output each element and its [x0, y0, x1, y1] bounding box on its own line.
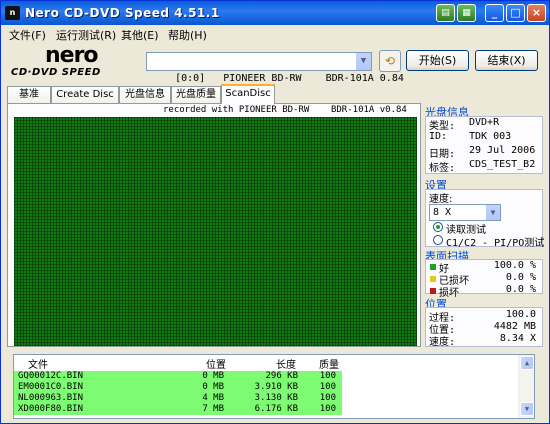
speed-readout-label: 速度:	[429, 337, 456, 348]
disc-info-box: 类型: DVD+R ID: TDK 003 日期: 29 Jul 2006 标签…	[425, 116, 543, 174]
file-position-cell: 0 MB	[202, 382, 224, 392]
file-quality-cell: 100	[319, 371, 336, 381]
scroll-up-icon[interactable]: ▲	[520, 356, 534, 370]
main-window: n Nero CD-DVD Speed 4.51.1 ▤ ▦ _ □ × 文件(…	[0, 0, 550, 424]
disc-id-label: ID:	[429, 131, 448, 142]
recorded-with-label: recorded with PIONEER BD-RW BDR-101A v0.…	[163, 105, 407, 115]
scroll-down-icon[interactable]: ▼	[520, 402, 534, 416]
c1c2-test-label[interactable]: C1/C2 - PI/PO测试	[446, 234, 544, 249]
maximize-button[interactable]: □	[506, 4, 525, 22]
tab-disc-info[interactable]: 光盘信息	[119, 86, 171, 103]
speed-label: 速度:	[429, 194, 453, 205]
file-position-cell: 4 MB	[202, 393, 224, 403]
disc-date-value: 29 Jul 2006	[469, 145, 536, 156]
disc-label-value: CDS_TEST_B2	[469, 159, 536, 170]
file-list-header: 文件 位置 长度 质量	[14, 355, 534, 371]
surface-scan-box: 好 100.0 % 已损坏 0.0 % 损坏 0.0 %	[425, 259, 543, 299]
bad-legend-swatch	[430, 288, 436, 294]
menu-file[interactable]: 文件(F)	[9, 27, 46, 43]
damaged-value: 0.0 %	[505, 272, 536, 283]
settings-icon[interactable]: ▦	[457, 4, 476, 22]
exit-button[interactable]: 结束(X)	[475, 50, 538, 71]
file-list[interactable]: 文件 位置 长度 质量 GQ00012C.BIN 0 MB 296 KB 100…	[13, 354, 535, 419]
col-file[interactable]: 文件	[28, 356, 48, 371]
bad-value: 0.0 %	[505, 284, 536, 295]
table-row[interactable]: GQ00012C.BIN 0 MB 296 KB 100	[14, 371, 342, 382]
logo-product-text: CD·DVD SPEED	[11, 67, 101, 78]
file-length-cell: 3.910 KB	[254, 382, 298, 392]
disc-type-value: DVD+R	[469, 117, 500, 128]
file-list-scrollbar[interactable]: ▲ ▼	[518, 355, 534, 418]
file-quality-cell: 100	[319, 404, 336, 414]
speed-select-value: 8 X	[433, 207, 452, 218]
tab-benchmark[interactable]: 基准	[7, 86, 51, 103]
nero-app-icon[interactable]: n	[5, 6, 20, 20]
col-quality[interactable]: 质量	[319, 356, 339, 371]
file-position-cell: 7 MB	[202, 404, 224, 414]
file-quality-cell: 100	[319, 393, 336, 403]
menu-run-test[interactable]: 运行测试(R)	[56, 27, 116, 43]
graph-icon[interactable]: ▤	[436, 4, 455, 22]
col-length[interactable]: 长度	[276, 356, 296, 371]
file-name-cell: XD000F80.BIN	[18, 404, 84, 414]
disc-type-label: 类型:	[429, 121, 456, 132]
logo-nero-text: nero	[45, 43, 99, 68]
read-test-radio[interactable]	[433, 222, 443, 232]
position-value: 4482 MB	[493, 321, 536, 332]
file-name-cell: EM0001C0.BIN	[18, 382, 84, 392]
good-value: 100.0 %	[493, 260, 536, 271]
file-quality-cell: 100	[319, 382, 336, 392]
disc-date-label: 日期:	[429, 149, 456, 160]
drive-select[interactable]: [0:0] PIONEER BD-RW BDR-101A 0.84 ▼	[146, 52, 404, 84]
col-position[interactable]: 位置	[206, 356, 226, 371]
window-title: Nero CD-DVD Speed 4.51.1	[25, 6, 220, 20]
chevron-down-icon[interactable]: ▼	[355, 53, 371, 70]
drive-select-value: [0:0] PIONEER BD-RW BDR-101A 0.84	[175, 73, 404, 84]
chevron-down-icon[interactable]: ▼	[486, 205, 500, 220]
disc-id-value: TDK 003	[469, 131, 512, 142]
menu-extra[interactable]: 其他(E)	[121, 27, 159, 43]
menu-help[interactable]: 帮助(H)	[168, 27, 207, 43]
start-button[interactable]: 开始(S)	[406, 50, 469, 71]
file-length-cell: 296 KB	[265, 371, 298, 381]
file-length-cell: 3.130 KB	[254, 393, 298, 403]
file-length-cell: 6.176 KB	[254, 404, 298, 414]
surface-scan-map	[14, 117, 417, 346]
nero-logo: nero CD·DVD SPEED	[11, 43, 141, 83]
position-box: 过程: 100.0 位置: 4482 MB 速度: 8.34 X	[425, 307, 543, 348]
tab-scandisc[interactable]: ScanDisc	[221, 84, 275, 104]
speed-select[interactable]: 8 X ▼	[429, 204, 501, 221]
c1c2-test-radio[interactable]	[433, 235, 443, 245]
table-row[interactable]: XD000F80.BIN 7 MB 6.176 KB 100	[14, 404, 342, 415]
disc-label-label: 标签:	[429, 163, 456, 174]
file-position-cell: 0 MB	[202, 371, 224, 381]
table-row[interactable]: EM0001C0.BIN 0 MB 3.910 KB 100	[14, 382, 342, 393]
progress-value: 100.0	[505, 309, 536, 320]
tab-create-disc[interactable]: Create Disc	[51, 86, 119, 103]
menu-bar: 文件(F) 运行测试(R) 其他(E) 帮助(H)	[1, 25, 549, 43]
damaged-legend-swatch	[430, 276, 436, 282]
minimize-button[interactable]: _	[485, 4, 504, 22]
table-row[interactable]: NL000963.BIN 4 MB 3.130 KB 100	[14, 393, 342, 404]
good-legend-swatch	[430, 264, 436, 270]
tab-disc-quality[interactable]: 光盘质量	[171, 86, 221, 103]
close-window-button[interactable]: ×	[527, 4, 546, 22]
file-name-cell: NL000963.BIN	[18, 393, 84, 403]
scandisc-panel: recorded with PIONEER BD-RW BDR-101A v0.…	[7, 103, 421, 347]
speed-readout-value: 8.34 X	[499, 333, 536, 344]
file-name-cell: GQ00012C.BIN	[18, 371, 84, 381]
title-bar[interactable]: n Nero CD-DVD Speed 4.51.1 ▤ ▦ _ □ ×	[1, 1, 549, 25]
refresh-drive-icon[interactable]: ⟲	[379, 50, 401, 72]
